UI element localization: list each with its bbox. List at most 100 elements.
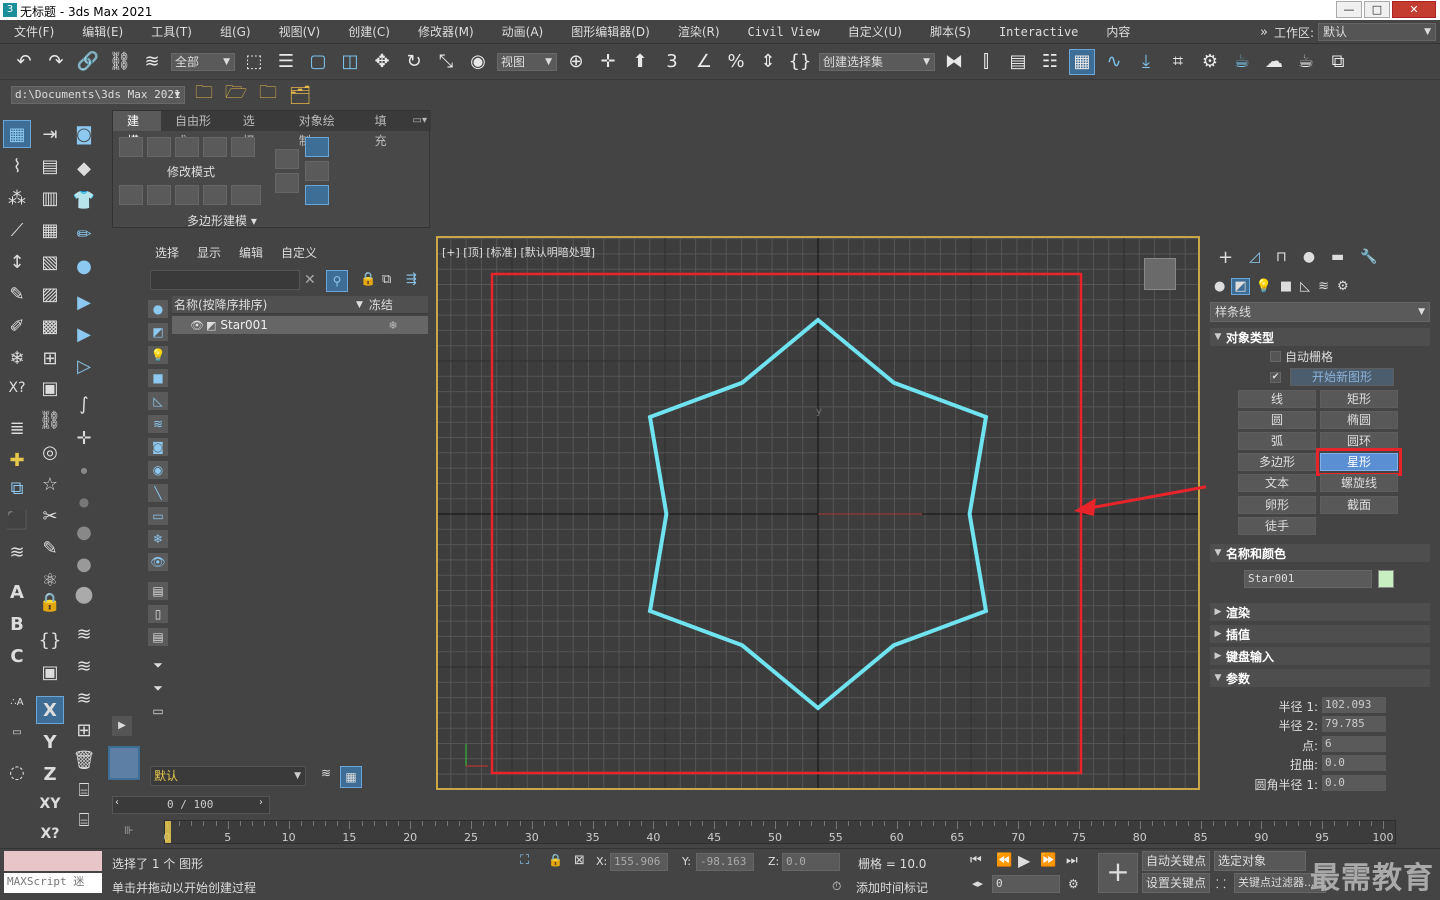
film2-icon[interactable]: ▷: [70, 352, 98, 380]
systems-category-icon[interactable]: ⚙: [1337, 279, 1349, 294]
filter-xrefs-icon[interactable]: ◉: [148, 461, 168, 479]
project-folder-icon[interactable]: 🗀: [191, 82, 217, 108]
list-page-icon[interactable]: ▯: [148, 605, 168, 623]
table2-icon[interactable]: ▥: [36, 184, 64, 212]
workspace-dropdown[interactable]: 默认 ▼: [1318, 23, 1436, 41]
rollout-rendering[interactable]: ▶ 渲染: [1210, 603, 1430, 621]
scene-row-star001[interactable]: 👁 ◩ Star001 ❄: [172, 316, 428, 334]
funnel-a-icon[interactable]: ⏷: [148, 656, 168, 674]
layers-add-icon[interactable]: ✚: [3, 446, 31, 474]
filter-groups-icon[interactable]: ◙: [148, 438, 168, 456]
list-sheet-icon[interactable]: ▤: [148, 628, 168, 646]
layer-stack-icon[interactable]: ≋: [316, 766, 336, 786]
box-outline-icon[interactable]: ▭: [148, 702, 168, 720]
param-distortion-input[interactable]: 0.0: [1322, 755, 1386, 771]
maxscript-mini-listener[interactable]: MAXScript 迷: [4, 873, 102, 893]
scale-icon[interactable]: ⤡: [433, 49, 459, 75]
brush2-icon[interactable]: ✎: [36, 534, 64, 562]
stack-icon[interactable]: ≣: [3, 414, 31, 442]
star-icon[interactable]: ☆: [36, 470, 64, 498]
shape-egg-button[interactable]: 卵形: [1238, 496, 1316, 514]
select-by-name-icon[interactable]: ☰: [273, 49, 299, 75]
box-stack-icon[interactable]: ▩: [36, 312, 64, 340]
curve-icon[interactable]: ∫: [70, 390, 98, 418]
track-bar[interactable]: 0510152025303540455055606570758085909510…: [164, 820, 1396, 844]
filter-helpers-icon[interactable]: ◺: [148, 392, 168, 410]
time-prev-icon[interactable]: ‹: [115, 797, 119, 808]
align-icon[interactable]: ⫿: [973, 49, 999, 75]
start-new-shape-checkbox[interactable]: ✔: [1270, 372, 1281, 383]
grid-icon[interactable]: ⊞: [36, 344, 64, 372]
viewport-top[interactable]: [+] [顶] [标准] [默认明暗处理] y: [436, 236, 1200, 790]
funnel-b-icon[interactable]: ⏷: [148, 679, 168, 697]
window-crossing-icon[interactable]: ◫: [337, 49, 363, 75]
geometry-category-icon[interactable]: ●: [1214, 279, 1225, 294]
scene-menu-edit[interactable]: 编辑: [239, 244, 263, 261]
layer-dropdown[interactable]: 默认 ▼: [150, 766, 306, 786]
data-icon[interactable]: ▣: [36, 658, 64, 686]
current-frame-marker[interactable]: [165, 821, 171, 843]
utilities-tab-icon[interactable]: 🔧: [1360, 249, 1377, 265]
scene-explorer-icon[interactable]: ▤: [1005, 49, 1031, 75]
key-filter-icon[interactable]: ⸬: [1216, 875, 1226, 892]
object-color-swatch[interactable]: [1378, 570, 1394, 588]
ribbon-poly-modeling-label[interactable]: 多边形建模 ▾: [187, 212, 257, 229]
menu-customize[interactable]: 自定义(U): [848, 23, 902, 40]
ribbon-options-icon[interactable]: ▭▾: [409, 111, 431, 131]
cylinder-icon[interactable]: ⌸: [70, 776, 98, 804]
shape-text-button[interactable]: 文本: [1238, 474, 1316, 492]
stack2-icon[interactable]: ▧: [36, 248, 64, 276]
lights-category-icon[interactable]: 💡: [1256, 279, 1272, 294]
viewport-layout-icon[interactable]: [108, 746, 140, 780]
axis-x-icon[interactable]: X: [36, 696, 64, 724]
close-button[interactable]: ✕: [1392, 1, 1436, 18]
selection-filter-dropdown[interactable]: 全部 ▼: [171, 52, 235, 71]
hierarchy-icon[interactable]: ⧉: [382, 272, 391, 287]
pen-icon[interactable]: ✎: [3, 280, 31, 308]
ribbon-side-c-icon[interactable]: [305, 137, 329, 157]
undo-icon[interactable]: ↶: [11, 49, 37, 75]
play-icon[interactable]: ▶: [1018, 851, 1030, 870]
time-config-icon[interactable]: ⚙: [1068, 877, 1079, 891]
material-editor-icon[interactable]: ⚙: [1197, 49, 1223, 75]
layer-explorer-toggle-icon[interactable]: ▦: [340, 766, 362, 788]
time-next-icon[interactable]: ›: [259, 797, 263, 808]
layers-c-icon[interactable]: ≋: [70, 684, 98, 712]
time-tag-icon[interactable]: ⏱: [832, 879, 841, 894]
viewcube-icon[interactable]: [1144, 258, 1176, 290]
line-tool-icon[interactable]: ⟋: [3, 216, 31, 244]
shape-ellipse-button[interactable]: 椭圆: [1320, 411, 1398, 429]
xform-icon[interactable]: X?: [3, 374, 31, 402]
pencil-icon[interactable]: ✏: [70, 220, 98, 248]
dots-a-icon[interactable]: ∴A: [3, 688, 31, 716]
shirt-icon[interactable]: 👕: [70, 186, 98, 214]
menu-civil-view[interactable]: Civil View: [748, 25, 820, 39]
rotate-icon[interactable]: ↻: [401, 49, 427, 75]
shape-ngon-button[interactable]: 多边形: [1238, 453, 1316, 471]
named-selection-dropdown[interactable]: 创建选择集 ▼: [819, 52, 935, 71]
ribbon-tab-object-paint[interactable]: 对象绘制: [277, 111, 361, 148]
lock-icon[interactable]: 🔒: [360, 272, 376, 287]
absolute-mode-icon[interactable]: ⊠: [574, 853, 585, 868]
scene-menu-select[interactable]: 选择: [155, 244, 179, 261]
paint-select-icon[interactable]: ⁂: [3, 184, 31, 212]
filter-cameras-icon[interactable]: ■: [148, 369, 168, 387]
filter-bones-icon[interactable]: ╲: [148, 484, 168, 502]
next-frame-icon[interactable]: ⏩: [1040, 853, 1056, 868]
grid-select-icon[interactable]: ▦: [3, 120, 31, 148]
shape-circle-button[interactable]: 圆: [1238, 411, 1316, 429]
shapes-icon[interactable]: ◆: [70, 154, 98, 182]
selection-lock-icon[interactable]: 🔒: [548, 853, 563, 867]
filter-shapes-icon[interactable]: ◩: [148, 323, 168, 341]
layers-a-icon[interactable]: ≋: [70, 620, 98, 648]
list-doc-icon[interactable]: ▤: [148, 582, 168, 600]
set-key-big-icon[interactable]: +: [1098, 853, 1138, 893]
start-new-shape-button[interactable]: 开始新图形: [1290, 368, 1394, 386]
curve-editor-icon[interactable]: ∿: [1101, 49, 1127, 75]
redo-icon[interactable]: ↷: [43, 49, 69, 75]
project-create-icon[interactable]: 🗀: [255, 82, 281, 108]
menu-graph-editors[interactable]: 图形编辑器(D): [571, 23, 650, 40]
box-add-icon[interactable]: ⊞: [70, 716, 98, 744]
filter-spacewarps-icon[interactable]: ≋: [148, 415, 168, 433]
viewport-label[interactable]: [+] [顶] [标准] [默认明暗处理]: [442, 244, 595, 260]
